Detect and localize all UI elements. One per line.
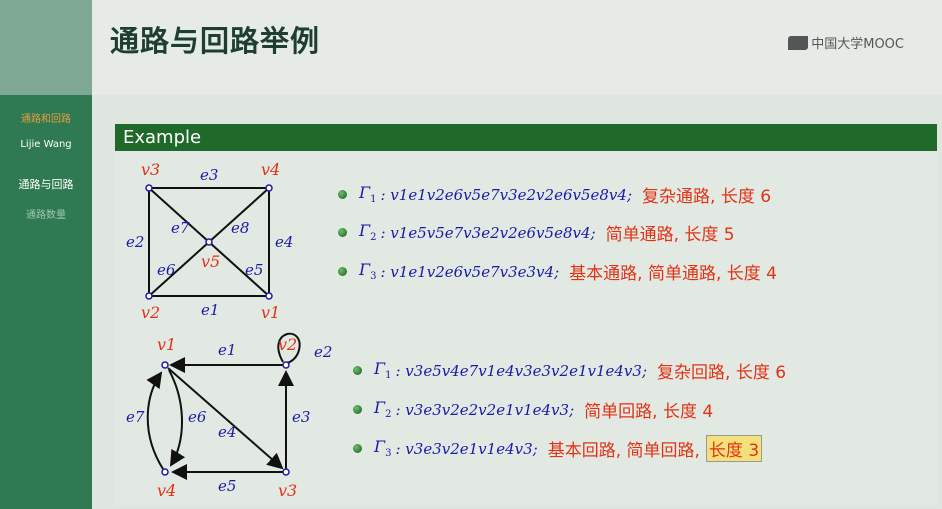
graph1-label-v3: v3: [141, 160, 160, 179]
graph1-label-v5: v5: [201, 252, 220, 271]
graph2-vertex-v2: [282, 361, 290, 369]
example-block: Example v3 v4 v5 v2 v1 e3 e2 e4 e7 e8 e6…: [115, 124, 937, 506]
circuit-sequence: : v3e5v4e7v1e4v3e3v2e1v1e4v3;: [395, 361, 648, 380]
circuit-name: Γ1: [374, 359, 392, 382]
circuit-name: Γ2: [374, 398, 392, 421]
graph1-label-v1: v1: [261, 303, 280, 322]
sidebar-author: Lijie Wang: [20, 139, 72, 150]
list-item: Γ3 : v1e1v2e6v5e7v3e3v4; 基本通路, 简单通路, 长度 …: [338, 259, 777, 284]
path-sequence: : v1e1v2e6v5e7v3e3v4;: [380, 262, 560, 281]
bullet-icon: [353, 405, 362, 414]
graph2-label-v1: v1: [157, 335, 176, 354]
graph2-label-e6: e6: [188, 408, 207, 426]
graph2-vertex-v4: [161, 468, 169, 476]
graph2-edge-e6: [168, 369, 186, 467]
graph1-vertex-v4: [265, 184, 273, 192]
list-item: Γ3 : v3e3v2e1v1e4v3; 基本回路, 简单回路, 长度 3: [353, 435, 763, 462]
path-name: Γ2: [359, 221, 377, 244]
bullet-icon: [338, 190, 347, 199]
graph1-label-e4: e4: [275, 233, 293, 251]
highlighted-length: 长度 3: [705, 435, 763, 462]
path-description: 基本通路, 简单通路, 长度 4: [569, 264, 777, 284]
graph2-edge-e4: [167, 367, 284, 470]
bullet-icon: [338, 228, 347, 237]
graph2-edge-e7: [146, 371, 164, 470]
graph1-vertex-v5: [205, 238, 213, 246]
graph2-label-e7: e7: [126, 408, 145, 426]
graph1-label-e1: e1: [201, 301, 219, 319]
bullet-icon: [353, 444, 362, 453]
graph2-label-e1: e1: [218, 341, 236, 359]
list-item: Γ2 : v1e5v5e7v3e2v2e6v5e8v4; 简单通路, 长度 5: [338, 220, 735, 245]
graph2-label-v3: v3: [278, 481, 297, 500]
graph1-vertex-v1: [265, 292, 273, 300]
sidebar: 通路和回路 Lijie Wang 通路与回路 通路数量: [0, 0, 92, 509]
mooc-logo-icon: [788, 35, 809, 50]
sidebar-item-path-count[interactable]: 通路数量: [0, 206, 92, 221]
graph1-label-e2: e2: [126, 233, 144, 251]
graph2-label-e4: e4: [218, 423, 236, 441]
graph1-label-v4: v4: [261, 160, 280, 179]
list-item: Γ2 : v3e3v2e2v2e1v1e4v3; 简单回路, 长度 4: [353, 397, 713, 422]
circuit-name: Γ3: [374, 437, 392, 460]
circuit-description: 基本回路, 简单回路,: [547, 441, 700, 461]
graph2-vertex-v3: [282, 468, 290, 476]
circuit-description: 复杂回路, 长度 6: [657, 363, 787, 383]
path-name: Γ3: [359, 260, 377, 283]
path-description: 简单通路, 长度 5: [605, 225, 735, 245]
graph1-vertex-v3: [145, 184, 153, 192]
graph2-label-v2: v2: [278, 335, 297, 354]
path-sequence: : v1e5v5e7v3e2v2e6v5e8v4;: [380, 223, 596, 242]
sidebar-item-paths-circuits[interactable]: 通路与回路: [0, 176, 92, 192]
graph1: v3 v4 v5 v2 v1 e3 e2 e4 e7 e8 e6 e5 e1: [126, 160, 293, 322]
circuit-sequence: : v3e3v2e2v2e1v1e4v3;: [395, 400, 575, 419]
graph2: v1 v2 v4 v3 e1 e2 e7 e6 e4 e3 e5: [126, 332, 332, 500]
bullet-icon: [338, 267, 347, 276]
graph1-label-v2: v2: [141, 303, 160, 322]
list-item: Γ1 : v3e5v4e7v1e4v3e3v2e1v1e4v3; 复杂回路, 长…: [353, 358, 786, 383]
graph1-vertex-v2: [145, 292, 153, 300]
path-sequence: : v1e1v2e6v5e7v3e2v2e6v5e8v4;: [380, 185, 633, 204]
graph2-vertex-v1: [161, 361, 169, 369]
graph1-label-e6: e6: [157, 261, 176, 279]
path-name: Γ1: [359, 183, 377, 206]
graph2-label-e3: e3: [292, 408, 310, 426]
bullet-icon: [353, 366, 362, 375]
sidebar-section-title[interactable]: 通路和回路: [0, 110, 92, 125]
path-description: 复杂通路, 长度 6: [642, 187, 772, 207]
graph2-label-e2: e2: [314, 343, 332, 361]
mooc-logo-text: 中国大学MOOC: [811, 37, 904, 52]
page-title: 通路与回路举例: [110, 24, 321, 58]
graph2-label-e5: e5: [218, 477, 236, 495]
graph1-label-e5: e5: [245, 261, 263, 279]
graph1-label-e7: e7: [171, 219, 190, 237]
graph2-label-v4: v4: [157, 481, 176, 500]
graph1-label-e3: e3: [200, 166, 218, 184]
sidebar-top-block: [0, 0, 92, 95]
circuit-sequence: : v3e3v2e1v1e4v3;: [395, 439, 538, 458]
header: 通路与回路举例 中国大学MOOC: [92, 0, 942, 95]
list-item: Γ1 : v1e1v2e6v5e7v3e2v2e6v5e8v4; 复杂通路, 长…: [338, 182, 771, 207]
graph1-label-e8: e8: [231, 219, 249, 237]
mooc-logo: 中国大学MOOC: [788, 33, 904, 52]
circuit-description: 简单回路, 长度 4: [584, 402, 714, 422]
